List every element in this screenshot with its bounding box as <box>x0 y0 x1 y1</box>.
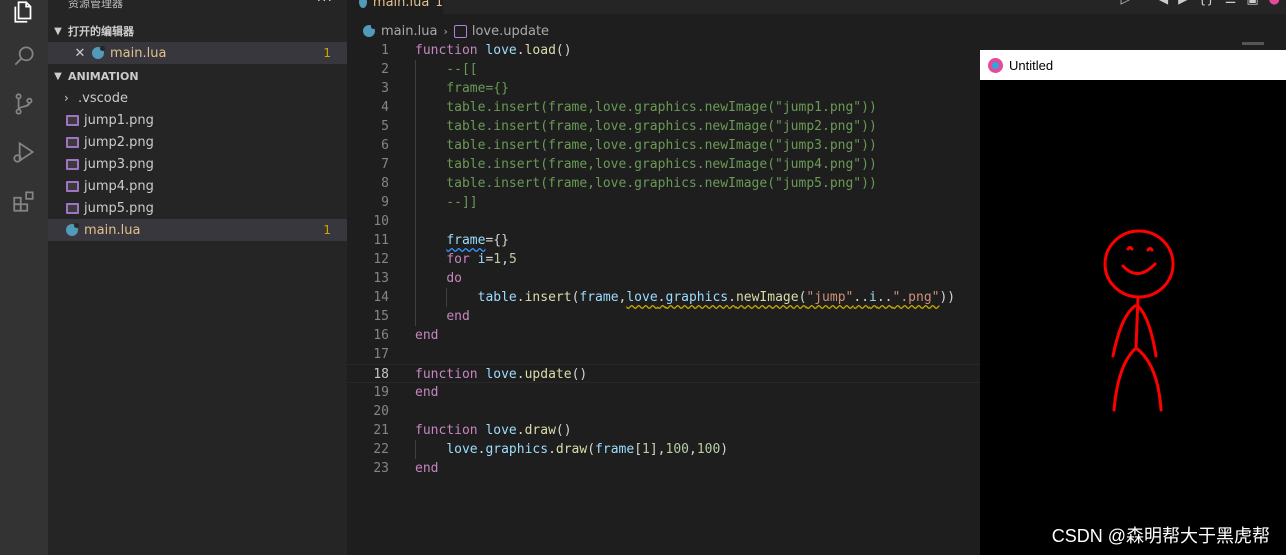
lua-file-icon <box>359 0 367 8</box>
tree-item-jump3[interactable]: jump3.png <box>48 153 347 175</box>
tree-item-main-lua[interactable]: main.lua 1 <box>48 219 347 241</box>
close-icon[interactable]: ✕ <box>72 46 88 61</box>
chevron-down-icon[interactable]: ⌄ <box>1141 0 1149 12</box>
lua-file-icon <box>90 45 106 61</box>
open-editor-item-main-lua[interactable]: ✕ main.lua 1 <box>48 42 347 64</box>
chevron-down-icon: ▼ <box>54 25 62 37</box>
watermark: CSDN @森明帮大于黑虎帮 <box>1051 526 1270 546</box>
image-file-icon <box>64 156 80 172</box>
image-file-icon <box>64 200 80 216</box>
lua-file-icon <box>64 222 80 238</box>
problem-badge: 1 <box>323 46 331 60</box>
activity-bar <box>0 0 48 555</box>
breadcrumb: main.lua › love.update <box>363 22 549 40</box>
tree-item-jump5[interactable]: jump5.png <box>48 197 347 219</box>
chevron-right-icon: › <box>443 24 448 38</box>
window-titlebar[interactable]: Untitled <box>980 50 1286 80</box>
file-label: main.lua <box>110 45 167 61</box>
previous-change-icon[interactable]: ◀ <box>1158 0 1168 12</box>
love-logo-icon <box>988 57 1003 73</box>
run-debug-icon[interactable] <box>10 138 38 166</box>
love-game-window[interactable]: Untitled <box>980 50 1286 555</box>
tab-problem-badge: 1 <box>435 0 443 9</box>
file-label: jump4.png <box>84 178 154 194</box>
breadcrumb-symbol[interactable]: love.update <box>472 24 549 39</box>
tree-item-jump2[interactable]: jump2.png <box>48 131 347 153</box>
file-label: jump1.png <box>84 112 154 128</box>
open-editors-label: 打开的编辑器 <box>68 25 134 38</box>
editor-toolbar: ▷ ⌄ ◀ ▶ {} ☰ ▣ ● <box>1121 0 1286 12</box>
project-folder-label: ANIMATION <box>68 69 139 83</box>
symbol-method-icon <box>453 24 467 38</box>
explorer-sidebar: 资源管理器 ··· ▼ 打开的编辑器 ✕ main.lua 1 ▼ ANIMAT… <box>48 0 347 555</box>
terminal-icon[interactable]: ▣ <box>1246 0 1258 12</box>
sidebar-title: 资源管理器 <box>68 0 123 10</box>
tab-bar: main.lua 1 ▷ ⌄ ◀ ▶ {} ☰ ▣ ● <box>347 0 1286 14</box>
breadcrumb-file[interactable]: main.lua <box>381 24 437 39</box>
image-file-icon <box>64 134 80 150</box>
run-icon[interactable]: ▷ <box>1121 0 1131 12</box>
image-file-icon <box>64 112 80 128</box>
image-file-icon <box>64 178 80 194</box>
next-change-icon[interactable]: ▶ <box>1178 0 1188 12</box>
source-control-icon[interactable] <box>10 90 38 118</box>
tree-item-jump1[interactable]: jump1.png <box>48 109 347 131</box>
game-canvas[interactable] <box>980 80 1286 555</box>
more-actions-button[interactable]: ··· <box>317 0 333 9</box>
stick-figure-sprite <box>1103 229 1175 412</box>
project-folder-header[interactable]: ▼ ANIMATION <box>48 65 347 87</box>
lua-file-icon <box>363 24 376 37</box>
chevron-right-icon: › <box>64 91 69 105</box>
file-label: jump2.png <box>84 134 154 150</box>
extensions-icon[interactable] <box>10 187 38 215</box>
file-label: main.lua <box>84 222 141 238</box>
chevron-down-icon: ▼ <box>54 70 62 82</box>
window-title: Untitled <box>1009 57 1054 73</box>
braces-icon[interactable]: {} <box>1198 0 1215 12</box>
file-label: jump5.png <box>84 200 154 216</box>
file-label: jump3.png <box>84 156 154 172</box>
open-editors-header[interactable]: ▼ 打开的编辑器 <box>48 20 347 42</box>
explorer-icon[interactable] <box>10 0 38 26</box>
tree-item-jump4[interactable]: jump4.png <box>48 175 347 197</box>
tree-item-vscode[interactable]: › .vscode <box>48 87 347 109</box>
file-label: .vscode <box>78 90 128 106</box>
tab-main-lua[interactable]: main.lua 1 <box>347 0 443 14</box>
problem-badge: 1 <box>323 223 331 237</box>
split-editor-icon[interactable]: ● <box>1269 0 1280 12</box>
tab-label: main.lua <box>372 0 430 10</box>
search-icon[interactable] <box>10 42 38 70</box>
list-icon[interactable]: ☰ <box>1225 0 1237 12</box>
